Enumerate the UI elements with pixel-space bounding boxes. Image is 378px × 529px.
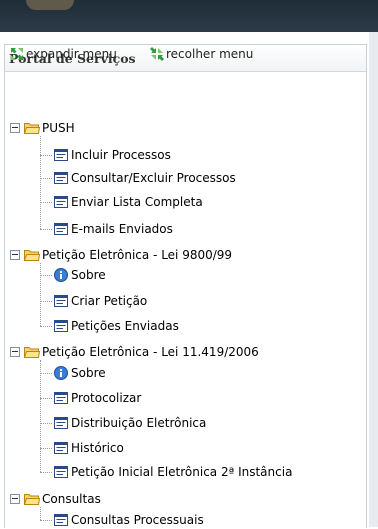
document-icon: [54, 223, 68, 235]
tree-item[interactable]: Petição Inicial Eletrônica 2ª Instância: [54, 463, 292, 481]
tree-guide: [40, 423, 52, 424]
tree-item[interactable]: Criar Petição: [54, 292, 147, 310]
tree-guide: [40, 202, 52, 203]
expand-arrows-icon: [11, 48, 23, 60]
tree-folder-push[interactable]: PUSH: [24, 119, 75, 137]
tree-item-label: Consultas Processuais: [71, 513, 204, 527]
collapse-toggle-push[interactable]: [10, 123, 20, 133]
collapse-menu-button[interactable]: recolher menu: [150, 46, 253, 62]
tree-item[interactable]: Distribuição Eletrônica: [54, 414, 206, 432]
document-icon: [54, 514, 68, 526]
folder-open-icon: [24, 494, 40, 505]
folder-label: Petição Eletrônica - Lei 11.419/2006: [42, 345, 259, 359]
tree-item-label: Petições Enviadas: [71, 319, 179, 333]
document-icon: [54, 320, 68, 332]
tree-guide: [40, 301, 52, 302]
tree-guide: [40, 263, 41, 326]
header-logo: [26, 0, 74, 10]
tree-guide: [40, 507, 41, 520]
tree-item[interactable]: E-mails Enviados: [54, 220, 173, 238]
tree-item[interactable]: Consultar/Excluir Processos: [54, 169, 236, 187]
folder-label: Consultas: [42, 492, 101, 506]
tree-item[interactable]: Sobre: [54, 364, 106, 382]
tree-item[interactable]: Protocolizar: [54, 389, 141, 407]
tree-item[interactable]: Consultas Processuais: [54, 511, 204, 529]
tree-guide: [40, 326, 52, 327]
scrollbar[interactable]: [369, 32, 378, 527]
tree-item-label: Sobre: [71, 366, 106, 380]
tree-item[interactable]: Petições Enviadas: [54, 317, 179, 335]
tree-guide: [40, 398, 52, 399]
tree-guide: [40, 373, 52, 374]
tree-guide: [40, 229, 52, 230]
tree-folder-peticao-9800[interactable]: Petição Eletrônica - Lei 9800/99: [24, 246, 232, 264]
expand-menu-button[interactable]: expandir menu: [10, 46, 117, 62]
collapse-toggle-peticao-11419[interactable]: [10, 347, 20, 357]
tree-folder-consultas[interactable]: Consultas: [24, 490, 101, 508]
folder-open-icon: [24, 250, 40, 261]
tree-item-label: Consultar/Excluir Processos: [71, 171, 236, 185]
folder-open-icon: [24, 123, 40, 134]
expand-menu-label: expandir menu: [26, 47, 117, 61]
header-bar: [0, 0, 378, 32]
document-icon: [54, 149, 68, 161]
tree-item-label: Enviar Lista Completa: [71, 195, 203, 209]
tree-guide: [40, 136, 41, 229]
info-icon: [54, 366, 68, 380]
folder-label: Petição Eletrônica - Lei 9800/99: [42, 248, 233, 262]
tree-guide: [40, 448, 52, 449]
tree-item-label: Histórico: [71, 441, 124, 455]
tree-item[interactable]: Enviar Lista Completa: [54, 193, 203, 211]
tree-item-label: E-mails Enviados: [71, 222, 173, 236]
tree-guide: [40, 178, 52, 179]
tree-item-label: Incluir Processos: [71, 148, 171, 162]
tree-guide: [40, 360, 41, 472]
tree-guide: [40, 155, 52, 156]
collapse-arrows-icon: [150, 47, 164, 61]
tree-item-label: Protocolizar: [71, 391, 142, 405]
collapse-menu-label: recolher menu: [166, 47, 254, 61]
document-icon: [54, 196, 68, 208]
folder-open-icon: [24, 347, 40, 358]
tree-item[interactable]: Histórico: [54, 439, 124, 457]
tree-item-label: Sobre: [71, 268, 106, 282]
tree-item-label: Petição Inicial Eletrônica 2ª Instância: [71, 465, 293, 479]
document-icon: [54, 442, 68, 454]
tree-item[interactable]: Incluir Processos: [54, 146, 171, 164]
tree-guide: [40, 275, 52, 276]
tree-guide: [40, 472, 52, 473]
document-icon: [54, 417, 68, 429]
folder-label: PUSH: [42, 121, 75, 135]
collapse-toggle-peticao-9800[interactable]: [10, 250, 20, 260]
tree-item-label: Criar Petição: [71, 294, 148, 308]
document-icon: [54, 392, 68, 404]
collapse-toggle-consultas[interactable]: [10, 494, 20, 504]
document-icon: [54, 466, 68, 478]
tree-guide: [40, 520, 52, 521]
info-icon: [54, 268, 68, 282]
document-icon: [54, 172, 68, 184]
document-icon: [54, 295, 68, 307]
tree-item-label: Distribuição Eletrônica: [71, 416, 207, 430]
tree-folder-peticao-11419[interactable]: Petição Eletrônica - Lei 11.419/2006: [24, 343, 259, 361]
tree-item[interactable]: Sobre: [54, 266, 106, 284]
